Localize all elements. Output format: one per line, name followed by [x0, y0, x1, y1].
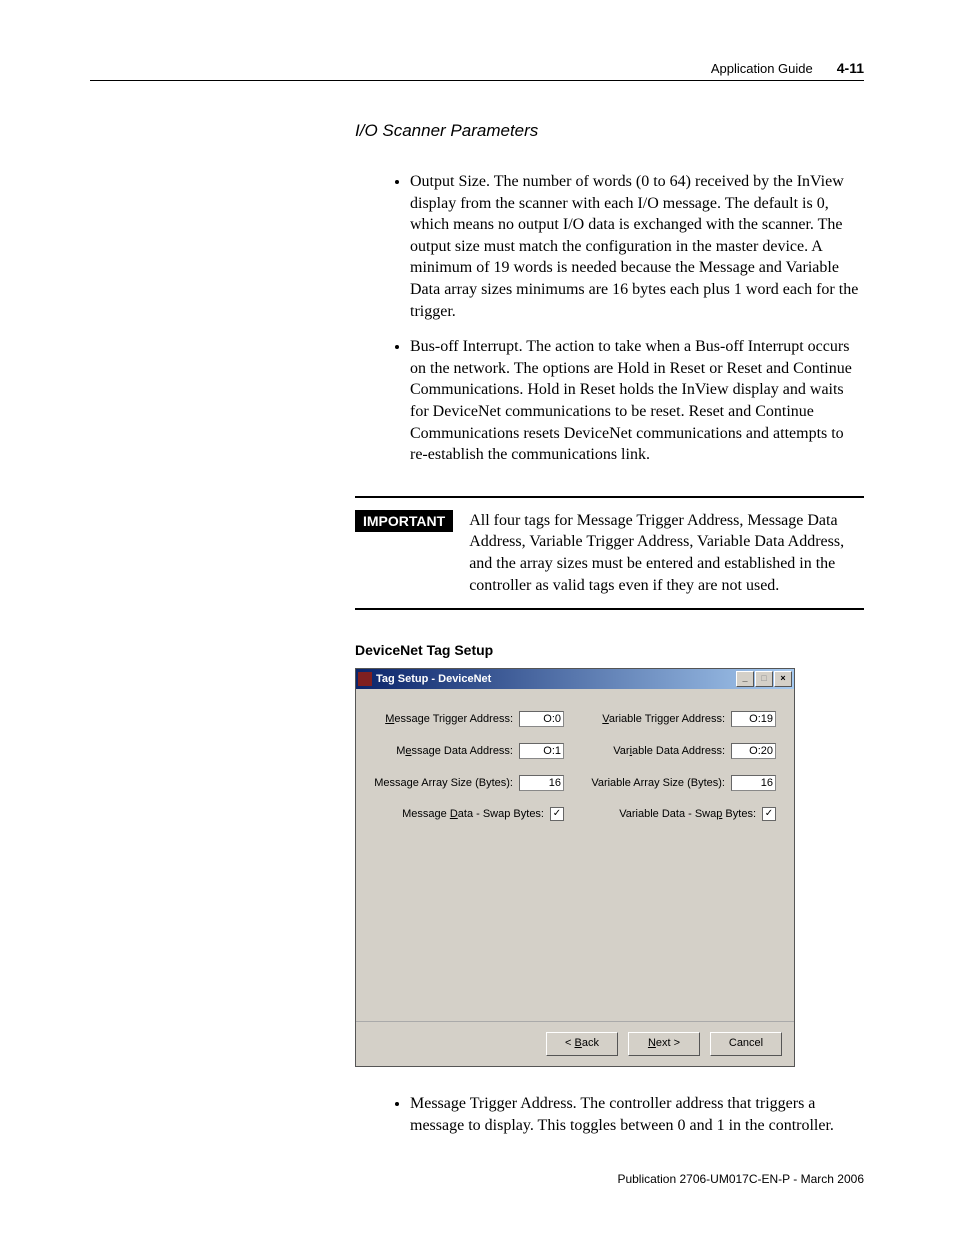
publication-footer: Publication 2706-UM017C-EN-P - March 200…	[90, 1172, 864, 1186]
top-bullet-list: Output Size. The number of words (0 to 6…	[355, 171, 864, 466]
bullet-bus-off: Bus-off Interrupt. The action to take wh…	[410, 336, 864, 466]
important-callout: IMPORTANT All four tags for Message Trig…	[355, 496, 864, 610]
msg-array-label: Message Array Size (Bytes):	[374, 777, 513, 789]
page-number: 4-11	[837, 60, 864, 76]
close-button[interactable]: ×	[774, 671, 792, 687]
var-data-label: Variable Data Address:	[613, 745, 725, 757]
msg-swap-label: Message Data - Swap Bytes:	[402, 808, 544, 820]
cancel-button[interactable]: Cancel	[710, 1032, 782, 1056]
page-header: Application Guide 4-11	[90, 60, 864, 81]
msg-array-input[interactable]: 16	[519, 775, 564, 791]
important-text: All four tags for Message Trigger Addres…	[469, 510, 864, 596]
msg-trigger-input[interactable]: O:0	[519, 711, 564, 727]
bottom-bullet-list: Message Trigger Address. The controller …	[355, 1093, 864, 1136]
back-button[interactable]: < Back	[546, 1032, 618, 1056]
var-array-label: Variable Array Size (Bytes):	[591, 777, 725, 789]
subsection-heading: DeviceNet Tag Setup	[355, 642, 864, 658]
bullet-output-size: Output Size. The number of words (0 to 6…	[410, 171, 864, 322]
var-trigger-input[interactable]: O:19	[731, 711, 776, 727]
app-icon	[358, 672, 372, 686]
section-heading: I/O Scanner Parameters	[355, 121, 864, 141]
msg-data-label: Message Data Address:	[396, 745, 513, 757]
bullet-msg-trigger-addr: Message Trigger Address. The controller …	[410, 1093, 864, 1136]
tag-setup-dialog: Tag Setup - DeviceNet _ □ × Message Trig…	[355, 668, 795, 1067]
var-array-input[interactable]: 16	[731, 775, 776, 791]
msg-swap-checkbox[interactable]: ✓	[550, 807, 564, 821]
var-data-input[interactable]: O:20	[731, 743, 776, 759]
dialog-title: Tag Setup - DeviceNet	[376, 673, 736, 685]
var-swap-checkbox[interactable]: ✓	[762, 807, 776, 821]
var-trigger-label: Variable Trigger Address:	[602, 713, 725, 725]
next-button[interactable]: Next >	[628, 1032, 700, 1056]
minimize-button[interactable]: _	[736, 671, 754, 687]
msg-data-input[interactable]: O:1	[519, 743, 564, 759]
important-label: IMPORTANT	[355, 510, 453, 532]
doc-title: Application Guide	[711, 61, 813, 76]
dialog-titlebar: Tag Setup - DeviceNet _ □ ×	[356, 669, 794, 689]
var-swap-label: Variable Data - Swap Bytes:	[619, 808, 756, 820]
msg-trigger-label: Message Trigger Address:	[385, 713, 513, 725]
maximize-button[interactable]: □	[755, 671, 773, 687]
